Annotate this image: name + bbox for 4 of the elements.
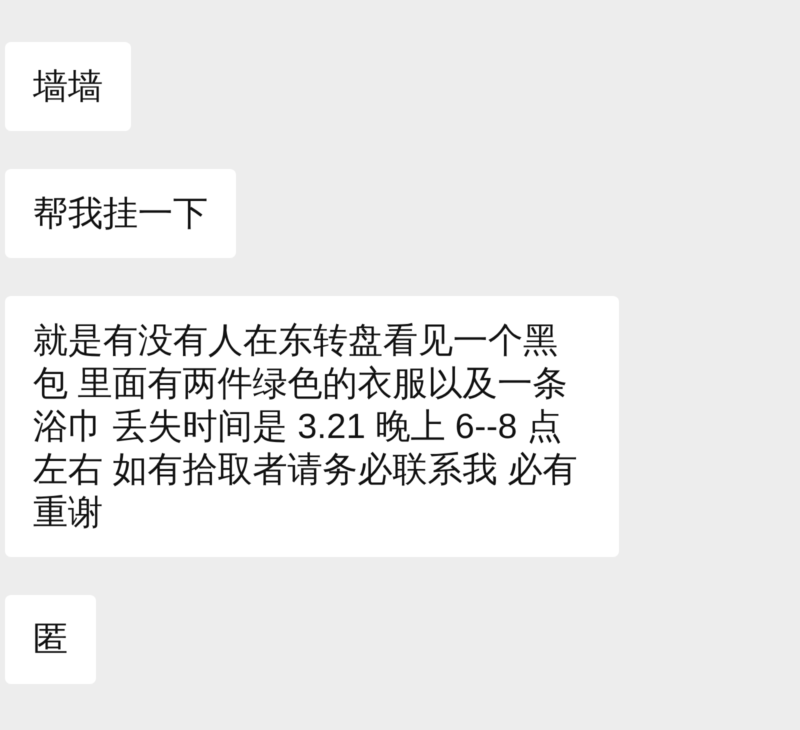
message-bubble: 墙墙 (5, 42, 131, 131)
message-bubble: 就是有没有人在东转盘看见一个黑包 里面有两件绿色的衣服以及一条浴巾 丢失时间是 3.21 晚上 6--8 点左右 如有拾取者请务必联系我 必有重谢 (5, 296, 619, 557)
message-bubble: 匿 (5, 595, 96, 684)
message-bubble: 帮我挂一下 (5, 169, 236, 258)
